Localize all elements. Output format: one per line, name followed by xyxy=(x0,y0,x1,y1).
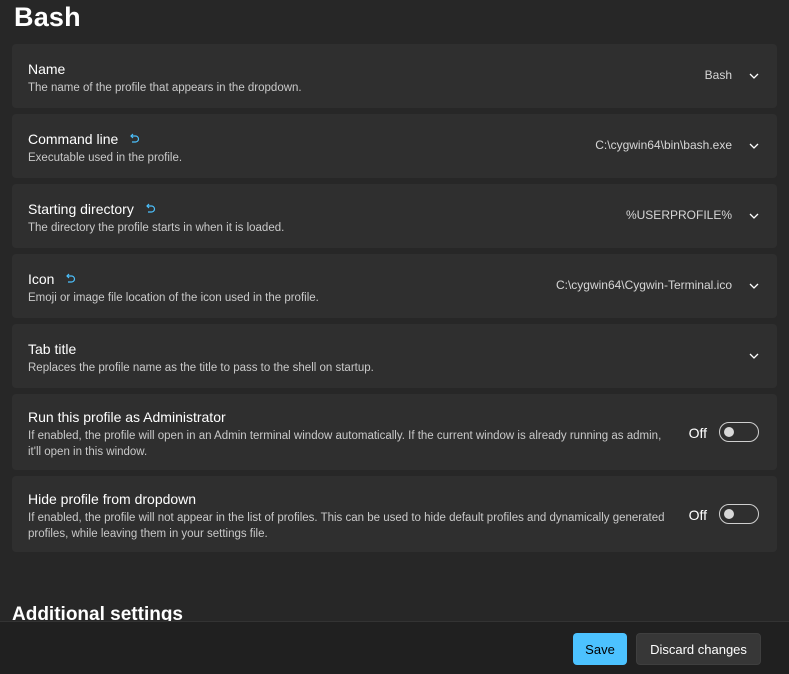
toggle-state-label: Off xyxy=(688,507,707,523)
setting-description: The directory the profile starts in when… xyxy=(28,222,285,234)
setting-title-label: Name xyxy=(28,61,66,77)
chevron-down-icon[interactable] xyxy=(748,70,760,82)
setting-run-as-admin: Run this profile as Administrator If ena… xyxy=(12,394,777,470)
page-title: Bash xyxy=(14,2,81,32)
setting-starting-directory[interactable]: Starting directory The directory the pro… xyxy=(12,184,777,248)
toggle-knob xyxy=(724,427,734,437)
chevron-down-icon[interactable] xyxy=(748,140,760,152)
setting-title-label: Command line xyxy=(28,131,119,147)
setting-text: Command line Executable used in the prof… xyxy=(28,130,182,166)
setting-text: Name The name of the profile that appear… xyxy=(28,60,302,96)
setting-description: If enabled, the profile will open in an … xyxy=(28,430,662,458)
setting-title-label: Starting directory xyxy=(28,201,134,217)
setting-text: Starting directory The directory the pro… xyxy=(28,200,284,236)
setting-description: Executable used in the profile. xyxy=(28,152,183,164)
footer-bar: Save Discard changes xyxy=(0,621,789,674)
toggle-state-label: Off xyxy=(688,425,707,441)
setting-title: Icon xyxy=(28,270,319,288)
setting-value: %USERPROFILE% xyxy=(625,208,732,222)
setting-description: The name of the profile that appears in … xyxy=(28,82,302,94)
setting-title: Starting directory xyxy=(28,200,284,218)
setting-title: Hide profile from dropdown xyxy=(28,490,668,508)
setting-value: C:\cygwin64\Cygwin-Terminal.ico xyxy=(555,278,732,292)
chevron-down-icon[interactable] xyxy=(748,350,760,362)
chevron-down-icon[interactable] xyxy=(748,210,760,222)
setting-text: Hide profile from dropdown If enabled, t… xyxy=(28,490,668,542)
setting-title: Command line xyxy=(28,130,182,148)
setting-hide-profile: Hide profile from dropdown If enabled, t… xyxy=(12,476,777,552)
setting-description: If enabled, the profile will not appear … xyxy=(28,512,665,540)
setting-value: C:\cygwin64\bin\bash.exe xyxy=(595,138,732,152)
setting-title: Name xyxy=(28,60,302,78)
save-button[interactable]: Save xyxy=(573,633,627,665)
setting-description: Emoji or image file location of the icon… xyxy=(28,292,319,304)
setting-text: Tab title Replaces the profile name as t… xyxy=(28,340,374,376)
setting-tab-title[interactable]: Tab title Replaces the profile name as t… xyxy=(12,324,777,388)
setting-text: Icon Emoji or image file location of the… xyxy=(28,270,319,306)
setting-title: Tab title xyxy=(28,340,374,358)
setting-name[interactable]: Name The name of the profile that appear… xyxy=(12,44,777,108)
setting-title-label: Icon xyxy=(28,271,55,287)
hide-profile-toggle[interactable] xyxy=(719,504,759,524)
setting-icon[interactable]: Icon Emoji or image file location of the… xyxy=(12,254,777,318)
setting-text: Run this profile as Administrator If ena… xyxy=(28,408,668,460)
setting-title: Run this profile as Administrator xyxy=(28,408,668,426)
run-as-admin-toggle[interactable] xyxy=(719,422,759,442)
setting-command-line[interactable]: Command line Executable used in the prof… xyxy=(12,114,777,178)
settings-page: Bash Name The name of the profile that a… xyxy=(0,0,789,674)
reset-icon[interactable] xyxy=(64,273,76,285)
setting-description: Replaces the profile name as the title t… xyxy=(28,362,374,374)
reset-icon[interactable] xyxy=(128,133,140,145)
setting-value: Bash xyxy=(704,68,732,82)
setting-title-label: Tab title xyxy=(28,341,77,357)
setting-title-label: Hide profile from dropdown xyxy=(28,491,197,507)
toggle-knob xyxy=(724,509,734,519)
discard-changes-button[interactable]: Discard changes xyxy=(636,633,761,665)
chevron-down-icon[interactable] xyxy=(748,280,760,292)
reset-icon[interactable] xyxy=(144,203,156,215)
setting-title-label: Run this profile as Administrator xyxy=(28,409,226,425)
